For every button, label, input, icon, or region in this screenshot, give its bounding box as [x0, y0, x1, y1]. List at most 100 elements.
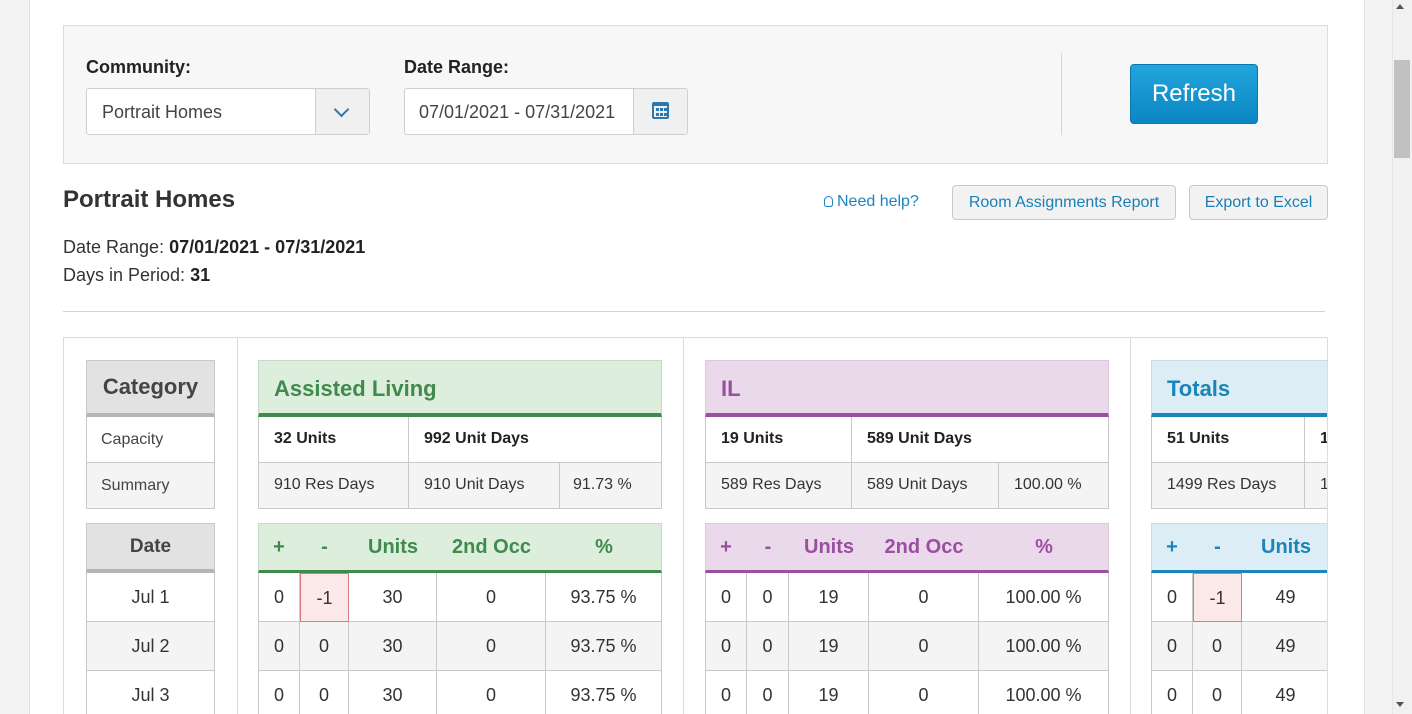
totals-cell: 49	[1242, 573, 1327, 622]
il-summary-res-days: 589 Res Days	[705, 463, 852, 509]
al-cell: 0	[437, 622, 546, 671]
totals-summary-unit-days: 1	[1305, 463, 1327, 509]
il-summary-unit-days: 589 Unit Days	[852, 463, 999, 509]
al-col-minus: -	[321, 536, 328, 558]
export-to-excel-button[interactable]: Export to Excel	[1189, 185, 1328, 220]
totals-col-minus: -	[1214, 536, 1221, 558]
al-cell: 0	[300, 622, 349, 671]
date-range-label: Date Range:	[404, 57, 510, 77]
il-col-plus: +	[720, 536, 732, 558]
scroll-up-arrow-icon[interactable]	[1396, 4, 1404, 9]
totals-cell: 0	[1151, 671, 1193, 714]
totals-cell: 0	[1193, 622, 1242, 671]
il-cell: 0	[705, 622, 747, 671]
category-summary: Summary	[86, 463, 215, 509]
header-divider	[63, 311, 1325, 312]
totals-capacity-unit-days: 1	[1305, 417, 1327, 463]
il-col-2nd-occ: 2nd Occ	[884, 536, 964, 558]
totals-capacity-units: 51 Units	[1151, 417, 1305, 463]
al-summary-percent: 91.73 %	[560, 463, 662, 509]
page-title: Portrait Homes	[63, 186, 236, 213]
il-cell: 0	[869, 622, 979, 671]
al-cell: 0	[258, 622, 300, 671]
days-in-period-info: Days in Period: 31	[63, 265, 210, 286]
community-select-value: Portrait Homes	[102, 102, 223, 122]
date-range-info-value: 07/01/2021 - 07/31/2021	[169, 237, 366, 257]
scroll-down-arrow-icon[interactable]	[1396, 702, 1404, 707]
refresh-button[interactable]: Refresh	[1130, 64, 1258, 124]
il-capacity-unit-days: 589 Unit Days	[852, 417, 1109, 463]
al-capacity-units: 32 Units	[258, 417, 409, 463]
days-in-period-label: Days in Period:	[63, 265, 186, 285]
al-summary-unit-days: 910 Unit Days	[409, 463, 560, 509]
al-cell: 30	[349, 671, 437, 714]
il-cell: 0	[869, 573, 979, 622]
al-capacity-unit-days: 992 Unit Days	[409, 417, 662, 463]
il-cell: 19	[789, 671, 869, 714]
scrollbar-thumb[interactable]	[1394, 60, 1410, 158]
totals-cell: 49	[1242, 622, 1327, 671]
date-range-info: Date Range: 07/01/2021 - 07/31/2021	[63, 237, 365, 258]
date-column-header: Date	[86, 523, 215, 573]
al-col-plus: +	[273, 536, 285, 558]
days-in-period-value: 31	[190, 265, 211, 285]
al-cell: 0	[300, 671, 349, 714]
il-col-minus: -	[764, 536, 772, 558]
category-capacity: Capacity	[86, 417, 215, 463]
need-help-link[interactable]: Need help?	[824, 193, 919, 211]
al-cell: 30	[349, 573, 437, 622]
totals-cell-negative: -1	[1193, 573, 1242, 622]
al-cell: 0	[437, 671, 546, 714]
column-divider	[683, 338, 684, 714]
il-cell: 19	[789, 573, 869, 622]
assisted-living-header: Assisted Living	[258, 360, 662, 417]
calendar-icon	[652, 102, 669, 119]
al-col-2nd-occ: 2nd Occ	[452, 536, 531, 558]
al-cell: 0	[258, 671, 300, 714]
il-cell: 100.00 %	[979, 573, 1109, 622]
date-cell: Jul 1	[86, 573, 215, 622]
al-cell: 30	[349, 622, 437, 671]
lightbulb-icon	[824, 196, 833, 207]
il-cell: 0	[705, 573, 747, 622]
filter-divider	[1061, 53, 1062, 135]
al-col-percent: %	[595, 536, 613, 558]
calendar-button[interactable]	[633, 89, 687, 134]
al-cell: 93.75 %	[546, 671, 662, 714]
al-cell: 93.75 %	[546, 622, 662, 671]
date-range-input-value: 07/01/2021 - 07/31/2021	[419, 102, 616, 122]
totals-header: Totals	[1151, 360, 1327, 417]
category-header: Category	[86, 360, 215, 417]
totals-cell: 0	[1151, 573, 1193, 622]
page-gutter-right	[1364, 0, 1392, 714]
totals-cell: 0	[1151, 622, 1193, 671]
al-col-units: Units	[368, 536, 418, 558]
al-cell: 0	[437, 573, 546, 622]
il-cell: 0	[705, 671, 747, 714]
totals-col-plus: +	[1166, 536, 1178, 558]
community-select[interactable]: Portrait Homes	[86, 88, 370, 135]
il-cell: 100.00 %	[979, 671, 1109, 714]
totals-cell: 0	[1193, 671, 1242, 714]
date-range-input[interactable]: 07/01/2021 - 07/31/2021	[404, 88, 688, 135]
totals-cell: 49	[1242, 671, 1327, 714]
filter-panel: Community: Portrait Homes Date Range: 07…	[63, 25, 1328, 164]
community-label: Community:	[86, 57, 191, 77]
il-cell: 100.00 %	[979, 622, 1109, 671]
il-header: IL	[705, 360, 1109, 417]
community-dropdown-button[interactable]	[315, 89, 369, 134]
il-capacity-units: 19 Units	[705, 417, 852, 463]
il-cell: 0	[747, 573, 789, 622]
il-summary-percent: 100.00 %	[999, 463, 1109, 509]
il-cell: 0	[747, 622, 789, 671]
il-cell: 0	[747, 671, 789, 714]
date-range-info-label: Date Range:	[63, 237, 165, 257]
chevron-down-icon	[333, 101, 350, 118]
al-cell: 93.75 %	[546, 573, 662, 622]
occupancy-report: Category Capacity Summary Date Jul 1 Jul…	[63, 337, 1328, 714]
al-summary-res-days: 910 Res Days	[258, 463, 409, 509]
date-cell: Jul 3	[86, 671, 215, 714]
room-assignments-report-button[interactable]: Room Assignments Report	[952, 185, 1176, 220]
date-cell: Jul 2	[86, 622, 215, 671]
al-cell-negative: -1	[300, 573, 349, 622]
